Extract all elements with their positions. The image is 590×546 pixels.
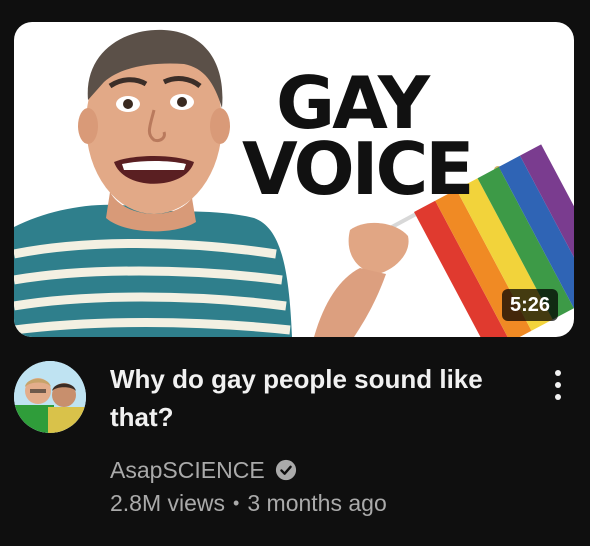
video-title[interactable]: Why do gay people sound like that? — [110, 360, 520, 436]
channel-avatar[interactable] — [14, 361, 86, 433]
duration-badge: 5:26 — [501, 289, 558, 321]
thumbnail-text-line2: VOICE — [242, 127, 474, 211]
menu-dot — [555, 382, 561, 388]
view-count: 2.8M views — [110, 490, 226, 516]
meta-separator: • — [233, 493, 240, 513]
channel-row: AsapSCIENCE — [110, 455, 297, 485]
video-card: GAY VOICE 5:26 Why do gay people sound l… — [0, 0, 590, 546]
video-metadata: 2.8M views • 3 months ago — [110, 490, 387, 517]
upload-age: 3 months ago — [247, 490, 387, 516]
thumbnail-text: GAY VOICE — [242, 67, 474, 211]
channel-name[interactable]: AsapSCIENCE — [110, 457, 265, 484]
more-vertical-icon[interactable] — [543, 365, 573, 405]
menu-dot — [555, 370, 561, 376]
avatar-image — [14, 361, 86, 433]
menu-dot — [555, 394, 561, 400]
verified-check-icon — [275, 459, 296, 481]
video-thumbnail[interactable]: GAY VOICE 5:26 — [14, 22, 574, 337]
